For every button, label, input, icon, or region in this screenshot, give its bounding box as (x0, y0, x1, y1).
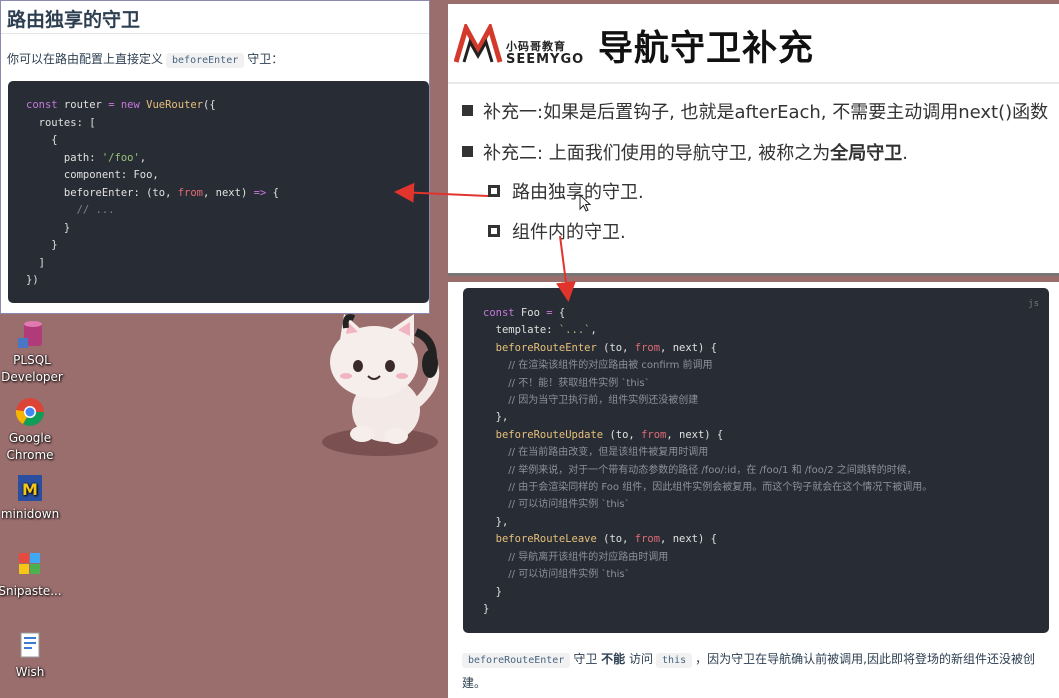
sub-item-1: 路由独享的守卫. (488, 178, 644, 204)
icon-label: minidown (0, 507, 60, 521)
hollow-square-icon (488, 185, 500, 197)
sub-item-text: 路由独享的守卫. (512, 182, 644, 203)
bullet-square-icon (462, 105, 473, 116)
bullet-text: . (902, 143, 908, 164)
minidown-icon: M (14, 472, 46, 504)
bullet-square-icon (462, 146, 473, 157)
guard-note: beforeRouteEnter 守卫 不能 访问 this ，因为守卫在导航确认前被… (462, 648, 1052, 694)
bullet-text: 补充二: 上面我们使用的导航守卫, 被称之为 (483, 143, 831, 164)
wish-icon (14, 630, 46, 662)
desktop-icon-snipaste[interactable]: Snipaste... (0, 549, 62, 600)
sub-item-text: 组件内的守卫. (512, 222, 626, 243)
slide-bottom-border (448, 273, 1059, 276)
bullet-bold-text: 全局守卫 (830, 143, 903, 164)
icon-label: Google (8, 431, 52, 445)
plsql-developer-icon (16, 318, 48, 350)
note-text: 访问 (629, 652, 654, 666)
code-block-router-config: const router = new VueRouter({ routes: [… (8, 81, 429, 303)
desktop-icon-plsql[interactable]: PLSQL Developer (0, 318, 64, 386)
inline-code: this (656, 653, 693, 668)
slide-header: 小码哥教育 SEEMYGO 导航守卫补充 (448, 4, 1059, 82)
code-block-component-guards: js const Foo = { template: `...`, beforeR… (463, 288, 1049, 633)
seemygo-logo-icon (454, 24, 503, 63)
snipaste-icon (14, 549, 46, 581)
docs-window-component-guards: js const Foo = { template: `...`, beforeR… (448, 282, 1059, 698)
desktop-icon-chrome[interactable]: Google Chrome (0, 396, 62, 464)
slide-window: 小码哥教育 SEEMYGO 导航守卫补充 补充一:如果是后置钩子, 也就是aft… (448, 4, 1059, 276)
desktop-icon-minidown[interactable]: M minidown (0, 472, 62, 523)
sub-item-2: 组件内的守卫. (488, 218, 626, 244)
svg-text:M: M (22, 480, 38, 499)
icon-label: Snipaste... (0, 584, 62, 598)
icon-label: Developer (1, 370, 63, 384)
mouse-cursor-icon (579, 194, 592, 212)
docs-window-route-guard: 路由独享的守卫 你可以在路由配置上直接定义 beforeEnter 守卫： cons… (0, 0, 430, 314)
logo-text-en: SEEMYGO (506, 52, 585, 67)
bullet-item-1: 补充一:如果是后置钩子, 也就是afterEach, 不需要主动调用next()… (462, 98, 1048, 124)
icon-label: Chrome (6, 448, 54, 462)
inline-code: beforeEnter (166, 53, 245, 68)
header-divider (448, 82, 1059, 84)
note-text: 守卫 (573, 652, 598, 666)
section-heading: 路由独享的守卫 (7, 9, 141, 31)
slide-title: 导航守卫补充 (598, 29, 815, 69)
desc-text: 守卫： (247, 52, 284, 66)
desktop-icon-wish[interactable]: Wish (0, 630, 62, 681)
code-language-label: js (1028, 299, 1039, 309)
desc-text: 你可以在路由配置上直接定义 (7, 52, 164, 66)
divider (1, 33, 429, 34)
cat-illustration (322, 314, 440, 456)
chrome-icon (14, 396, 46, 428)
bullet-text: 补充一:如果是后置钩子, 也就是afterEach, 不需要主动调用next()… (483, 102, 1049, 123)
icon-label: Wish (15, 665, 45, 679)
hollow-square-icon (488, 225, 500, 237)
bullet-item-2: 补充二: 上面我们使用的导航守卫, 被称之为全局守卫. (462, 139, 908, 165)
icon-label: PLSQL (13, 353, 51, 367)
inline-code: beforeRouteEnter (462, 653, 571, 668)
note-bold-text: 不能 (601, 652, 626, 666)
section-description: 你可以在路由配置上直接定义 beforeEnter 守卫： (7, 50, 284, 68)
